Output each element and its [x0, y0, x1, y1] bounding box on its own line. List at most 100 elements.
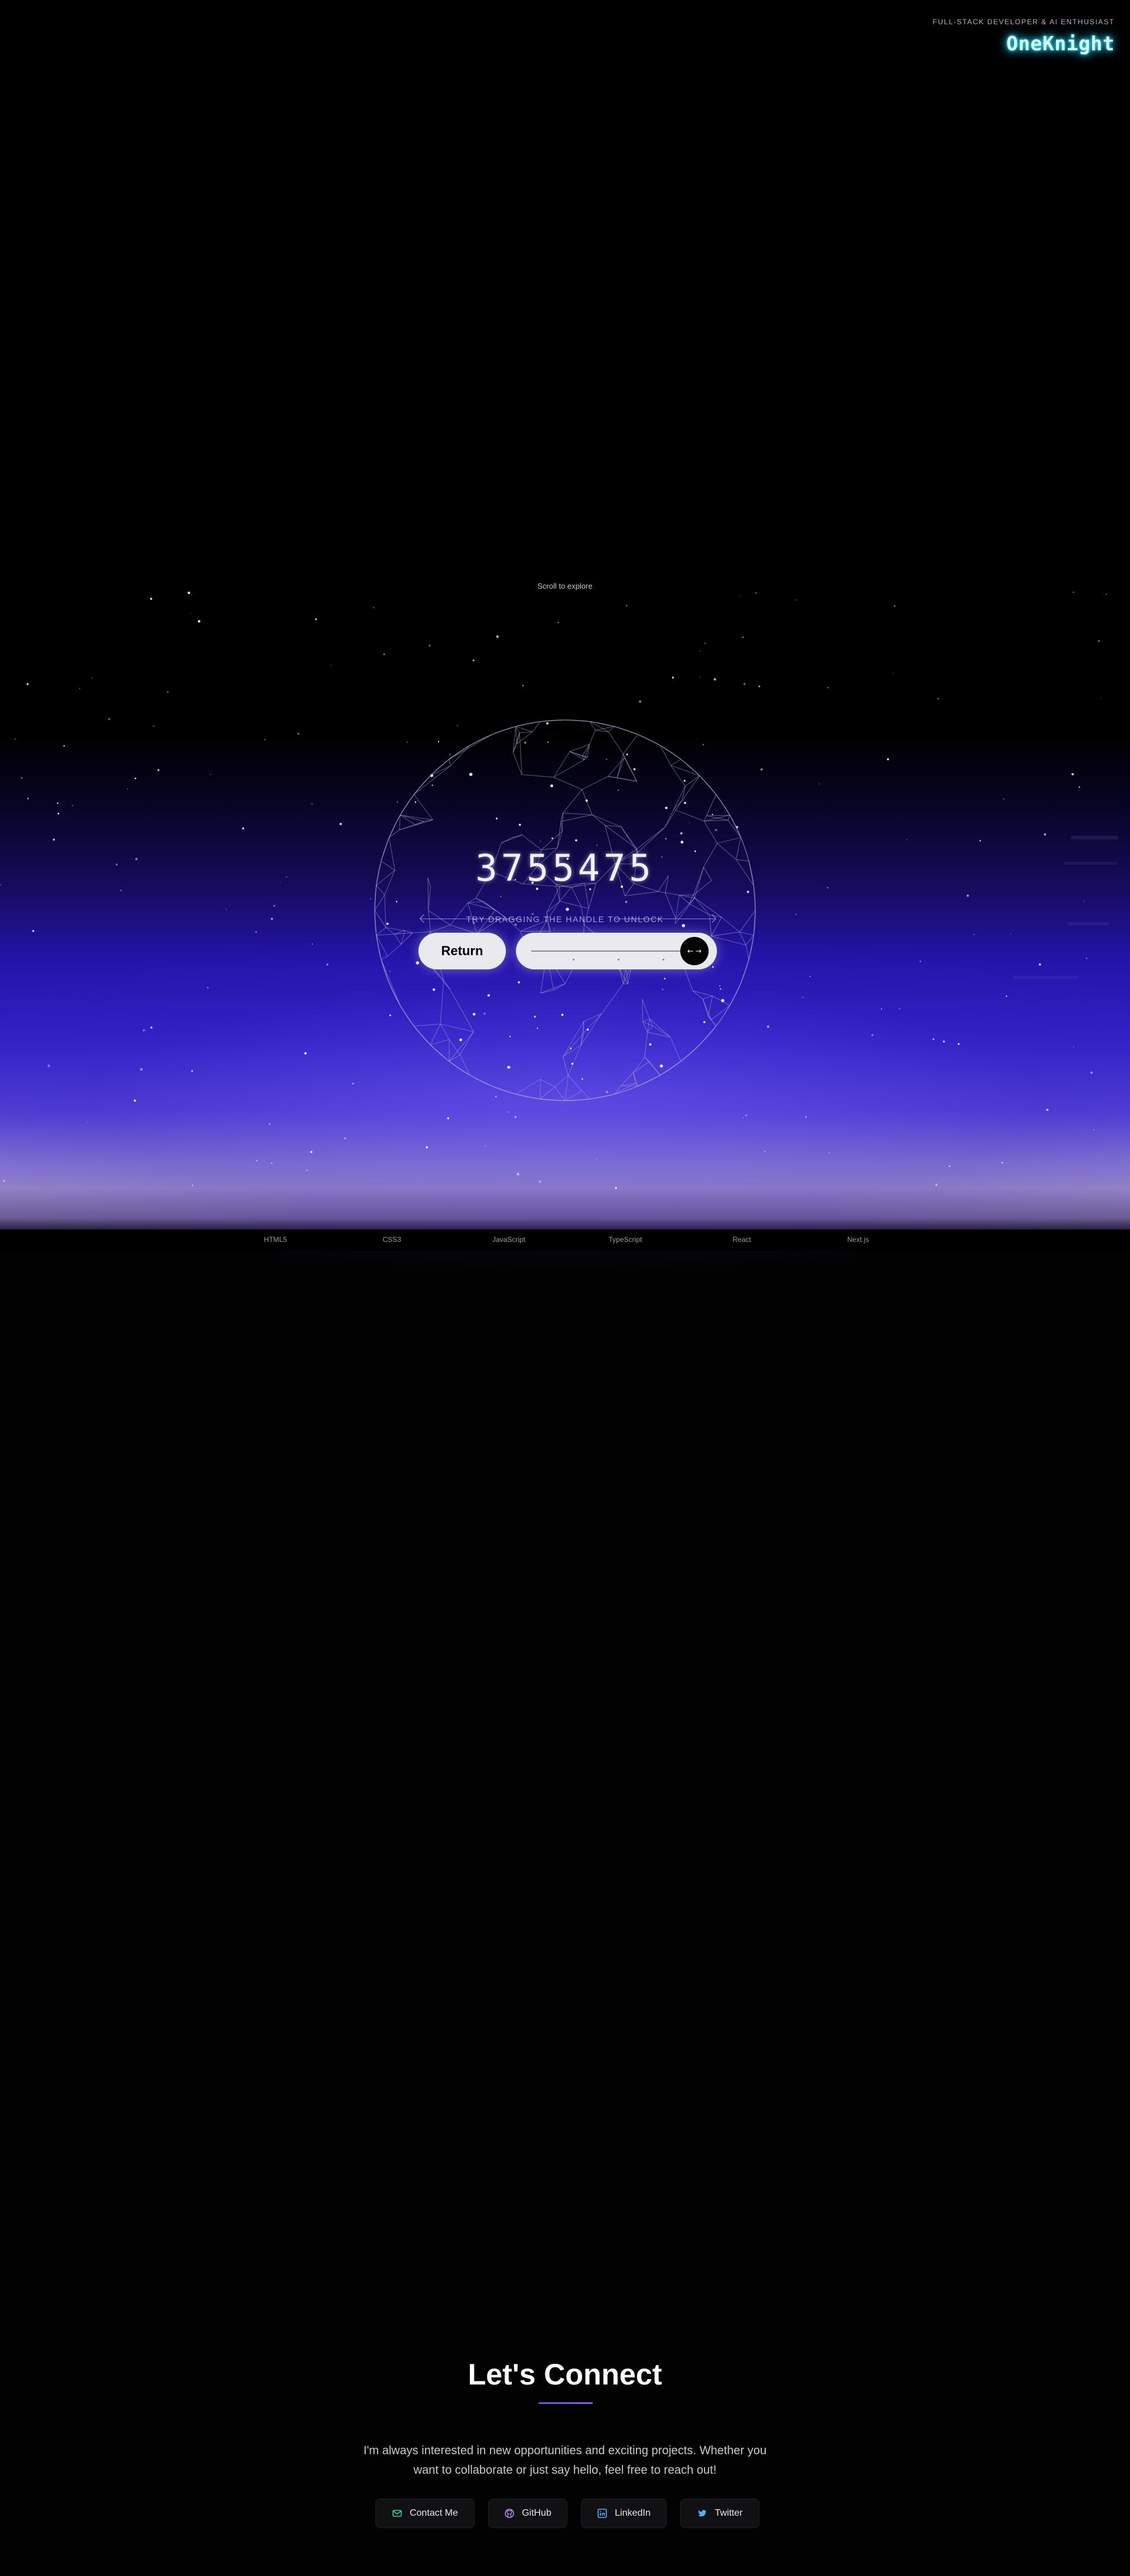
globe-node	[534, 1016, 536, 1018]
globe-node	[571, 1062, 574, 1065]
globe-edge	[608, 757, 625, 777]
twitter-button[interactable]: Twitter	[680, 2499, 759, 2528]
globe-edge	[563, 813, 592, 815]
connect-description: I'm always interested in new opportuniti…	[363, 2444, 767, 2477]
globe-edge	[501, 835, 522, 843]
wireframe-globe[interactable]	[371, 715, 759, 1105]
globe-node	[414, 801, 417, 803]
star	[157, 769, 160, 771]
star	[383, 653, 385, 656]
star	[426, 1146, 428, 1149]
globe-node	[680, 841, 684, 844]
star	[314, 618, 317, 621]
star	[47, 1065, 50, 1068]
star	[1009, 933, 1011, 935]
globe-edge	[501, 837, 512, 843]
globe-edge	[449, 759, 451, 766]
unlock-slider[interactable]: ← →	[516, 933, 717, 969]
globe-edge	[546, 886, 560, 913]
github-button[interactable]: GitHub	[488, 2499, 567, 2528]
globe-edge	[376, 927, 387, 936]
button-label: GitHub	[522, 2508, 551, 2518]
star	[979, 840, 981, 842]
globe-node	[664, 978, 666, 979]
star	[57, 813, 60, 815]
slider-handle[interactable]: ← →	[680, 937, 709, 965]
star	[191, 1184, 194, 1186]
star	[966, 894, 969, 897]
globe-edge	[519, 731, 532, 734]
star	[672, 676, 674, 679]
globe-edge	[582, 789, 593, 815]
ghost-line	[1013, 976, 1078, 979]
counter-display: 3755475	[475, 846, 655, 890]
globe-edge	[739, 932, 746, 946]
star	[713, 678, 716, 681]
star	[892, 673, 894, 674]
star	[485, 1146, 486, 1147]
star	[27, 797, 29, 800]
globe-mesh	[374, 719, 756, 1101]
star	[53, 838, 55, 841]
globe-edge	[621, 826, 638, 849]
return-button[interactable]: Return	[418, 933, 506, 969]
star	[428, 644, 431, 647]
globe-node	[459, 1038, 463, 1042]
star	[21, 777, 23, 779]
linkedin-icon	[597, 2508, 608, 2519]
globe-edge	[670, 765, 700, 776]
star	[134, 1099, 137, 1102]
star	[795, 599, 797, 601]
globe-edge	[400, 815, 417, 826]
star	[1003, 798, 1005, 800]
globe-edge	[642, 999, 650, 1019]
globe-edge	[559, 901, 582, 907]
star	[264, 739, 266, 741]
globe-edge	[616, 754, 624, 778]
star	[330, 665, 332, 666]
globe-edge	[521, 774, 554, 778]
globe-edge	[592, 814, 621, 828]
star	[1106, 593, 1107, 595]
globe-edge	[428, 886, 431, 911]
globe-node	[712, 966, 714, 968]
star	[507, 1111, 509, 1113]
linkedin-button[interactable]: LinkedIn	[581, 2499, 667, 2528]
globe-edge	[569, 744, 590, 752]
globe-node	[660, 1064, 663, 1068]
globe-edge	[664, 800, 683, 828]
star	[764, 1151, 766, 1152]
globe-edge	[710, 1019, 716, 1027]
star	[271, 1162, 272, 1164]
slider-track	[531, 950, 685, 952]
globe-edge	[637, 827, 665, 849]
globe-edge	[745, 945, 749, 960]
globe-edge	[459, 1031, 474, 1055]
star	[255, 931, 257, 933]
star	[326, 963, 329, 966]
star	[935, 1183, 938, 1186]
brand-logo[interactable]: OneKnight	[933, 32, 1115, 55]
star	[79, 687, 80, 689]
star	[933, 1038, 934, 1040]
globe-edge	[563, 1033, 584, 1057]
star	[152, 725, 155, 727]
star	[937, 697, 939, 700]
star	[557, 622, 559, 624]
star	[1073, 591, 1074, 593]
globe-edge	[560, 821, 563, 832]
star	[1001, 1162, 1003, 1164]
globe-node	[585, 799, 588, 802]
ghost-line	[1071, 836, 1118, 839]
globe-edge	[564, 1075, 569, 1101]
tech-item: React	[732, 1235, 751, 1244]
star	[197, 620, 200, 623]
globe-edge	[430, 1024, 441, 1045]
star	[1093, 1129, 1095, 1131]
globe-edge	[564, 1091, 582, 1101]
globe-node	[431, 784, 433, 786]
contact-me-button[interactable]: Contact Me	[375, 2499, 475, 2528]
star	[894, 605, 895, 607]
globe-node	[469, 773, 473, 776]
globe-edge	[561, 814, 593, 822]
